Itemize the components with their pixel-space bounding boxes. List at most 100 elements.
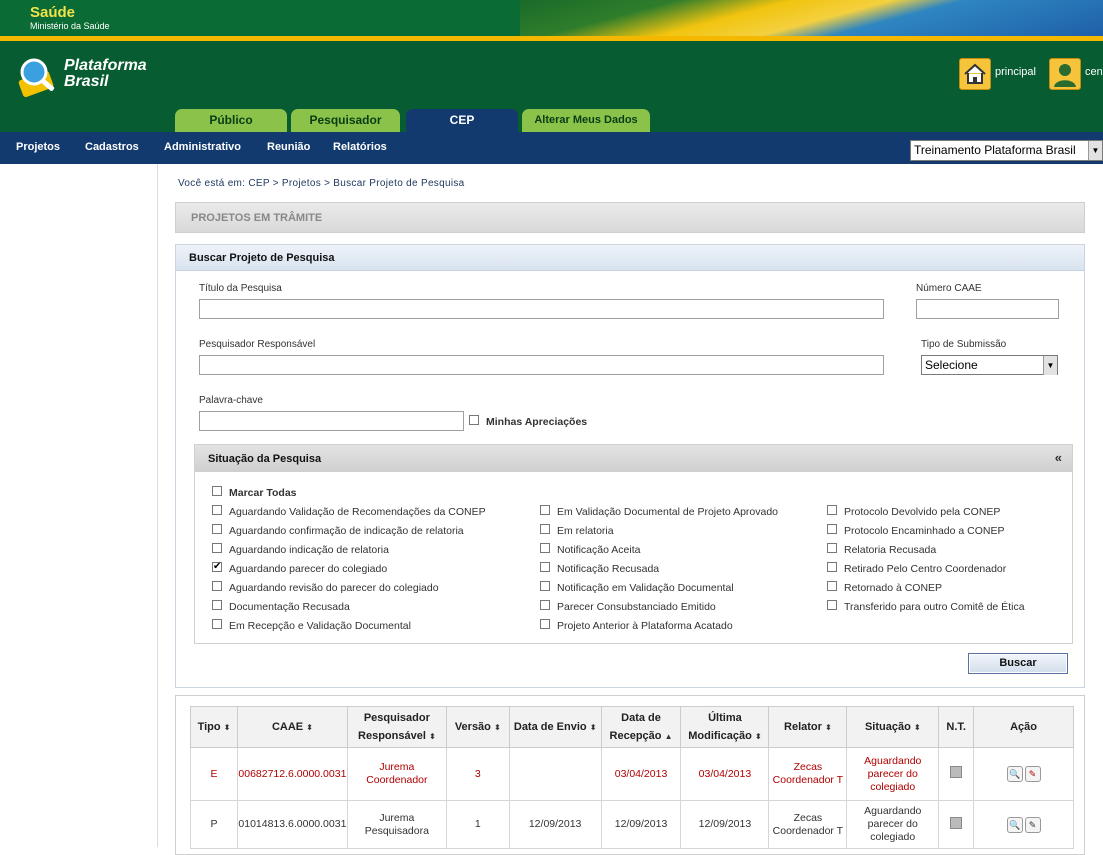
situacao-label: Relatoria Recusada (844, 544, 937, 556)
col-pesquisador[interactable]: Pesquisador Responsável ⬍ (346, 706, 447, 748)
col-envio[interactable]: Data de Envio ⬍ (508, 706, 602, 748)
situacao-checkbox[interactable] (540, 505, 550, 515)
situacao-label: Protocolo Encaminhado a CONEP (844, 525, 1005, 537)
tab-cep[interactable]: CEP (406, 109, 518, 132)
edit-icon[interactable]: ✎ (1024, 816, 1041, 833)
logo-line2: Brasil (64, 73, 109, 90)
platform-select[interactable]: Treinamento Plataforma Brasil ▼ (910, 140, 1103, 161)
tipo-select[interactable]: Selecione ▼ (921, 355, 1058, 375)
platform-select-value: Treinamento Plataforma Brasil (914, 143, 1076, 157)
marcar-todas-checkbox[interactable] (212, 486, 222, 496)
menu-projetos[interactable]: Projetos (16, 141, 60, 153)
ministerio-text: Ministério da Saúde (30, 21, 110, 31)
site-header: Plataforma Brasil principal cen Público … (0, 41, 1103, 132)
table-row: P 01014813.6.0000.0031 Jurema Pesquisado… (190, 800, 1074, 849)
situacao-label: Notificação em Validação Documental (557, 582, 734, 594)
nt-checkbox[interactable] (950, 816, 963, 829)
tab-alterar-dados[interactable]: Alterar Meus Dados (522, 109, 650, 132)
palavra-input[interactable] (199, 411, 464, 431)
col-modificacao[interactable]: Última Modificação ⬍ (680, 706, 770, 748)
situacao-checkbox[interactable] (212, 619, 222, 629)
pesquisador-label: Pesquisador Responsável (199, 339, 316, 350)
situacao-checkbox[interactable] (827, 524, 837, 534)
situacao-checkbox[interactable] (827, 505, 837, 515)
col-situacao[interactable]: Situação ⬍ (846, 706, 940, 748)
user-icon[interactable] (1049, 58, 1081, 90)
col-relator[interactable]: Relator ⬍ (768, 706, 848, 748)
situacao-header[interactable]: Situação da Pesquisa « (195, 445, 1072, 472)
home-icon[interactable] (959, 58, 991, 90)
tab-pesquisador[interactable]: Pesquisador (291, 109, 400, 132)
caae-input[interactable] (916, 299, 1059, 319)
nt-checkbox[interactable] (950, 766, 963, 778)
cell-envio: 12/09/2013 (508, 800, 602, 849)
menu-administrativo[interactable]: Administrativo (164, 141, 241, 153)
col-nt: N.T. (938, 706, 975, 748)
titulo-input[interactable] (199, 299, 884, 319)
situacao-checkbox[interactable] (212, 543, 222, 553)
situacao-label: Protocolo Devolvido pela CONEP (844, 506, 1001, 518)
palavra-label: Palavra-chave (199, 395, 263, 406)
cell-relator: Zecas Coordenador T (768, 800, 848, 849)
sort-icon: ⬍ (913, 722, 921, 732)
magnifier-book-icon (18, 58, 55, 98)
view-icon[interactable]: 🔍 (1006, 766, 1023, 782)
situacao-checkbox[interactable] (827, 543, 837, 553)
menu-cadastros[interactable]: Cadastros (85, 141, 139, 153)
section-title: PROJETOS EM TRÂMITE (191, 212, 323, 224)
col-tipo[interactable]: Tipo ⬍ (190, 706, 238, 748)
situacao-checkbox[interactable] (212, 505, 222, 515)
situacao-checkbox[interactable] (827, 562, 837, 572)
situacao-checkbox[interactable] (212, 581, 222, 591)
situacao-checkbox[interactable] (540, 562, 550, 572)
situacao-checkbox[interactable] (212, 600, 222, 610)
edit-icon[interactable]: ✎ (1024, 766, 1041, 782)
sort-icon: ⬍ (589, 722, 597, 732)
sort-icon: ⬍ (428, 731, 436, 741)
cell-caae: 00682712.6.0000.0031 (236, 747, 348, 801)
view-icon[interactable]: 🔍 (1006, 816, 1023, 833)
cell-acao: 🔍 ✎ (973, 747, 1074, 801)
home-label[interactable]: principal (995, 66, 1036, 78)
sort-icon: ⬍ (824, 722, 832, 732)
situacao-checkbox[interactable] (540, 619, 550, 629)
situacao-label: Aguardando indicação de relatoria (229, 544, 389, 556)
tab-publico[interactable]: Público (175, 109, 287, 132)
col-recepcao[interactable]: Data de Recepção ▲ (600, 706, 682, 748)
pesquisador-input[interactable] (199, 355, 884, 375)
situacao-label: Aguardando revisão do parecer do colegia… (229, 582, 439, 594)
minhas-checkbox[interactable] (469, 415, 479, 425)
buscar-button[interactable]: Buscar (968, 653, 1068, 674)
situacao-checkbox[interactable] (540, 600, 550, 610)
situacao-checkbox[interactable] (540, 524, 550, 534)
situacao-checkbox[interactable] (540, 543, 550, 553)
situacao-checkbox[interactable] (212, 524, 222, 534)
col-caae[interactable]: CAAE ⬍ (236, 706, 348, 748)
situacao-label: Retornado à CONEP (844, 582, 943, 594)
results-table: Tipo ⬍ CAAE ⬍ Pesquisador Responsável ⬍ … (190, 706, 1074, 849)
cell-modificacao: 12/09/2013 (680, 800, 770, 849)
plataforma-brasil-logo[interactable]: Plataforma Brasil (14, 55, 164, 101)
menu-reuniao[interactable]: Reunião (267, 141, 310, 153)
cell-recepcao: 12/09/2013 (600, 800, 682, 849)
sort-icon: ⬍ (754, 731, 762, 741)
collapse-icon[interactable]: « (1055, 450, 1062, 465)
saude-logo-text: Saúde (30, 4, 76, 21)
cell-relator: Zecas Coordenador T (768, 747, 848, 801)
caae-label: Número CAAE (916, 283, 982, 294)
situacao-checkbox[interactable] (827, 600, 837, 610)
cell-situacao: Aguardando parecer do colegiado (846, 800, 940, 849)
col-versao[interactable]: Versão ⬍ (445, 706, 510, 748)
situacao-label: Documentação Recusada (229, 601, 350, 613)
cell-situacao: Aguardando parecer do colegiado (846, 747, 940, 801)
situacao-checkbox[interactable]: ✔ (212, 562, 222, 572)
cell-acao: 🔍 ✎ (973, 800, 1074, 849)
cell-modificacao: 03/04/2013 (680, 747, 770, 801)
situacao-label: Retirado Pelo Centro Coordenador (844, 563, 1007, 575)
menu-relatorios[interactable]: Relatórios (333, 141, 387, 153)
situacao-checkbox[interactable] (827, 581, 837, 591)
situacao-checkbox[interactable] (540, 581, 550, 591)
situacao-label: Em Recepção e Validação Documental (229, 620, 411, 632)
user-label[interactable]: cen (1085, 66, 1103, 78)
minhas-label: Minhas Apreciações (486, 416, 588, 428)
